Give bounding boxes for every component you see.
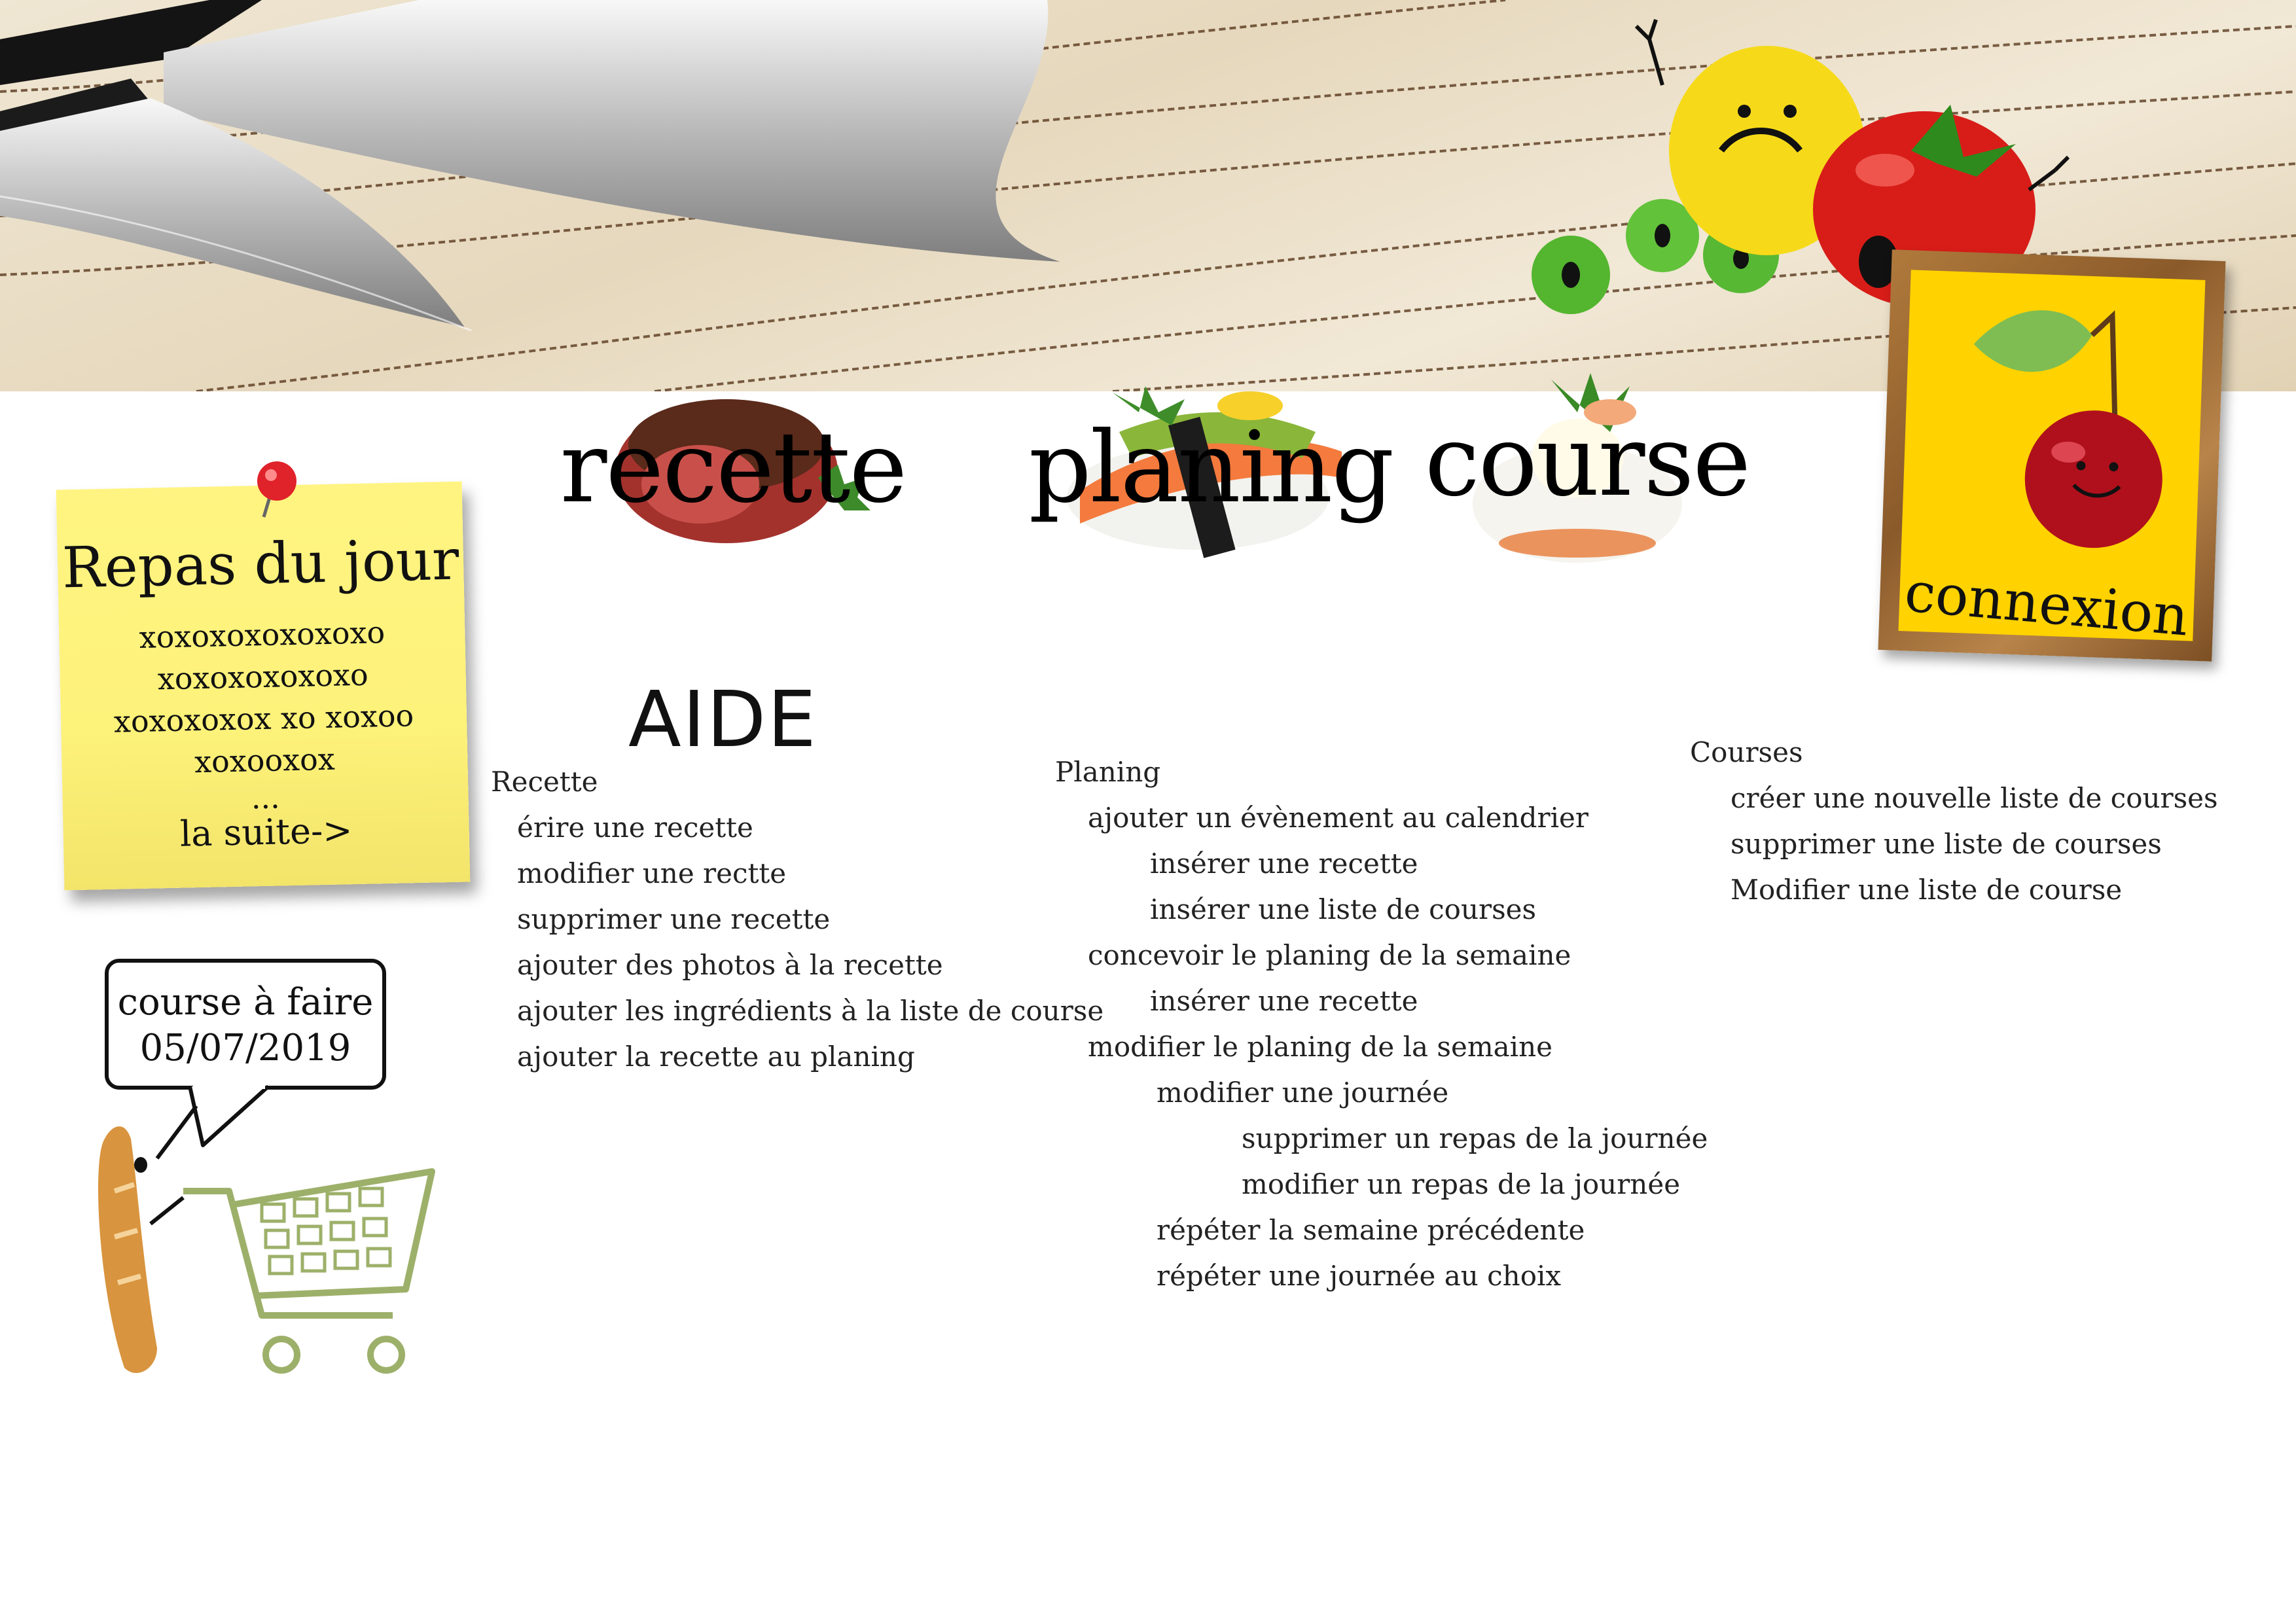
help-item[interactable]: supprimer un repas de la journée [1242, 1122, 1708, 1154]
help-column-title: Courses [1690, 736, 1803, 768]
meal-of-the-day-note[interactable]: Repas du jour xoxoxoxoxoxoxo xoxoxoxoxox… [56, 481, 471, 891]
nav-course[interactable]: course [1425, 353, 1751, 569]
nav-recette-label: recette [560, 411, 908, 525]
cherry-icon [1973, 310, 2162, 548]
help-item[interactable]: répéter la semaine précédente [1157, 1214, 1585, 1246]
help-item[interactable]: modifier une rectte [517, 857, 786, 889]
help-item[interactable]: ajouter les ingrédients à la liste de co… [517, 995, 1103, 1027]
help-item[interactable]: ajouter la recette au planing [517, 1041, 915, 1073]
help-title: AIDE [628, 674, 817, 764]
sticky-line: xoxooxox [194, 741, 336, 780]
help-item[interactable]: érire une recette [517, 812, 753, 844]
help-item[interactable]: modifier une journée [1157, 1077, 1448, 1109]
sticky-line: xoxoxoxox xo xoxoo [113, 698, 414, 740]
help-item[interactable]: insérer une liste de courses [1150, 893, 1536, 925]
help-item[interactable]: insérer une recette [1150, 847, 1418, 880]
nav-recette[interactable]: recette [560, 373, 908, 563]
connexion-button[interactable]: connexion [1878, 249, 2226, 662]
help-column-planing: Planing ajouter un évènement au calendri… [1055, 756, 1708, 1299]
help-item[interactable]: Modifier une liste de course [1731, 874, 2122, 906]
pushpin-icon [257, 461, 296, 518]
nav-course-label: course [1424, 404, 1751, 518]
help-item[interactable]: ajouter des photos à la recette [517, 949, 943, 981]
help-item[interactable]: concevoir le planing de la semaine [1088, 939, 1571, 971]
nav-planing[interactable]: planing [1029, 360, 1394, 576]
sticky-dots: ... [251, 779, 281, 816]
nav-planing-label: planing [1028, 411, 1395, 525]
help-item[interactable]: modifier le planing de la semaine [1088, 1031, 1552, 1063]
help-item[interactable]: modifier un repas de la journée [1242, 1168, 1680, 1200]
shopping-reminder[interactable]: course à faire 05/07/2019 [105, 959, 386, 1090]
help-column-recette: Recette érire une recette modifier une r… [491, 766, 1103, 1093]
help-item[interactable]: insérer une recette [1150, 985, 1418, 1017]
sticky-title: Repas du jour [62, 527, 460, 601]
knives-image [0, 0, 1060, 332]
help-column-title: Planing [1055, 756, 1161, 788]
help-item[interactable]: supprimer une recette [517, 903, 830, 935]
help-item[interactable]: répéter une journée au choix [1157, 1260, 1561, 1292]
help-item[interactable]: ajouter un évènement au calendrier [1088, 802, 1588, 834]
shopping-label: course à faire [117, 981, 374, 1024]
help-item[interactable]: créer une nouvelle liste de courses [1731, 782, 2218, 814]
read-more-link[interactable]: la suite-> [63, 807, 469, 857]
shopping-cart-icon [98, 1105, 435, 1374]
help-column-courses: Courses créer une nouvelle liste de cour… [1690, 736, 2218, 919]
shopping-date: 05/07/2019 [139, 1027, 351, 1069]
help-item[interactable]: supprimer une liste de courses [1731, 828, 2162, 860]
help-column-title: Recette [491, 766, 598, 798]
